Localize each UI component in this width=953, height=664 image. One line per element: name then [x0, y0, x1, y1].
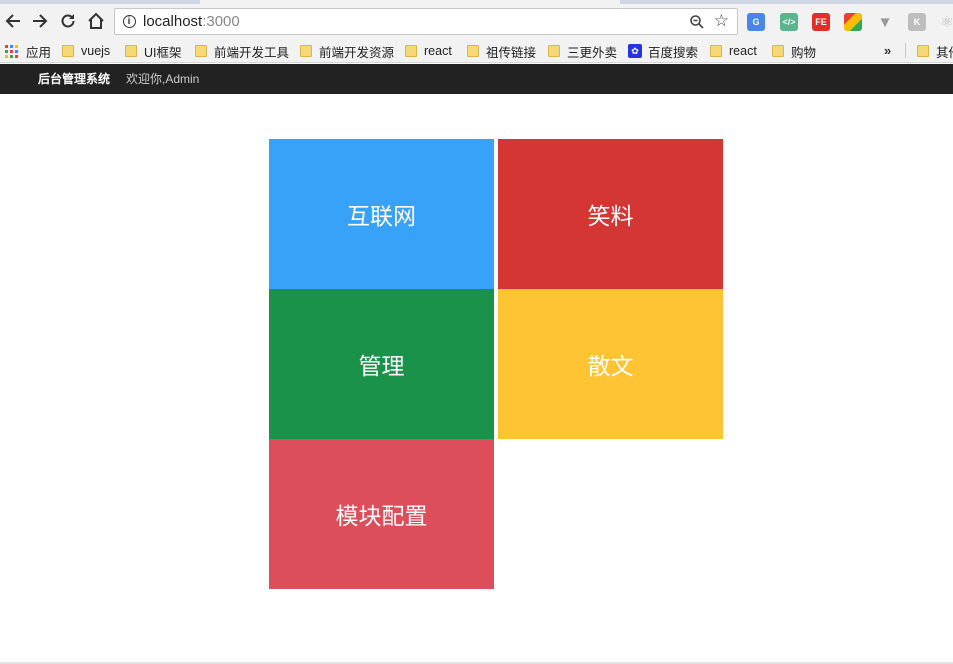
- colorzilla-icon[interactable]: [844, 13, 862, 31]
- browser-toolbar: i localhost:3000 ☆ G </> FE ▼ K ⚛: [0, 4, 953, 38]
- folder-icon: [917, 45, 929, 57]
- tile-label: 互联网: [347, 204, 416, 230]
- bookmark-star-icon[interactable]: ☆: [714, 11, 729, 31]
- apps-grid-icon: [5, 44, 18, 58]
- reload-icon: [61, 14, 75, 28]
- home-button[interactable]: [85, 10, 107, 32]
- bookmark-label: 百度搜索: [648, 45, 699, 60]
- folder-icon: [548, 45, 560, 57]
- bookmark-label: 祖传链接: [486, 45, 537, 60]
- url-host: localhost: [143, 13, 203, 30]
- folder-icon: [125, 45, 137, 57]
- bookmark-folder[interactable]: react: [405, 42, 452, 60]
- bookmark-other[interactable]: 其他: [917, 42, 953, 60]
- bookmark-folder[interactable]: 前端开发工具: [195, 42, 289, 60]
- tile-prose[interactable]: 散文: [498, 289, 723, 439]
- tile-jokes[interactable]: 笑料: [498, 139, 723, 289]
- welcome-text: 欢迎你,Admin: [126, 72, 200, 86]
- bookmark-apps[interactable]: 应用: [5, 42, 51, 60]
- tile-label: 管理: [358, 354, 405, 380]
- bookmark-label: 前端开发工具: [214, 45, 290, 60]
- bookmarks-overflow-button[interactable]: »: [884, 43, 891, 58]
- tile-label: 模块配置: [335, 504, 428, 530]
- folder-icon: [62, 45, 74, 57]
- tile-module-config[interactable]: 模块配置: [269, 439, 494, 589]
- tile-internet[interactable]: 互联网: [269, 139, 494, 289]
- bookmark-folder[interactable]: vuejs: [62, 42, 110, 60]
- baidu-paw-icon: ✿: [628, 44, 642, 58]
- address-bar[interactable]: i localhost:3000 ☆: [114, 8, 738, 35]
- arrow-left-icon: [5, 14, 20, 28]
- bookmark-label: UI框架: [144, 45, 182, 60]
- site-info-icon[interactable]: i: [115, 15, 143, 28]
- forward-button[interactable]: [29, 10, 51, 32]
- kitematic-icon[interactable]: K: [908, 13, 926, 31]
- app-header: 后台管理系统 欢迎你,Admin: [0, 64, 953, 94]
- google-translate-icon[interactable]: G: [747, 13, 765, 31]
- bookmark-label: 前端开发资源: [319, 45, 395, 60]
- arrow-right-icon: [33, 14, 48, 28]
- react-devtools-icon[interactable]: ⚛: [938, 13, 953, 31]
- bookmark-folder[interactable]: 前端开发资源: [300, 42, 394, 60]
- bookmark-label: 购物: [791, 45, 817, 60]
- code-icon[interactable]: </>: [780, 13, 798, 31]
- url-port: :3000: [202, 13, 240, 30]
- folder-icon: [300, 45, 312, 57]
- folder-icon: [467, 45, 479, 57]
- bookmarks-bar: 应用 vuejs UI框架 前端开发工具 前端开发资源 react 祖传链接 三…: [0, 38, 953, 63]
- back-button[interactable]: [2, 10, 24, 32]
- tile-management[interactable]: 管理: [269, 289, 494, 439]
- bookmark-label: react: [729, 44, 757, 58]
- bookmark-label: 三更外卖: [567, 45, 618, 60]
- bookmark-folder[interactable]: UI框架: [125, 42, 182, 60]
- bookmark-label: react: [424, 44, 452, 58]
- bookmark-baidu[interactable]: ✿ 百度搜索: [628, 42, 698, 60]
- app-brand[interactable]: 后台管理系统: [38, 64, 110, 94]
- folder-icon: [405, 45, 417, 57]
- bookmark-folder[interactable]: 购物: [772, 42, 816, 60]
- tile-label: 散文: [587, 354, 634, 380]
- folder-icon: [195, 45, 207, 57]
- bookmark-folder[interactable]: 三更外卖: [548, 42, 617, 60]
- zoom-icon[interactable]: [689, 14, 705, 30]
- vue-devtools-icon[interactable]: ▼: [876, 13, 894, 31]
- fe-icon[interactable]: FE: [812, 13, 830, 31]
- bookmark-label: vuejs: [81, 44, 111, 58]
- bookmark-folder[interactable]: react: [710, 42, 757, 60]
- bookmark-label: 其他: [936, 45, 953, 60]
- home-icon: [88, 12, 104, 29]
- folder-icon: [710, 45, 722, 57]
- reload-button[interactable]: [57, 10, 79, 32]
- bookmark-folder[interactable]: 祖传链接: [467, 42, 536, 60]
- bookmarks-separator: [905, 43, 906, 58]
- bookmark-label: 应用: [26, 45, 52, 60]
- tile-label: 笑料: [587, 204, 634, 230]
- folder-icon: [772, 45, 784, 57]
